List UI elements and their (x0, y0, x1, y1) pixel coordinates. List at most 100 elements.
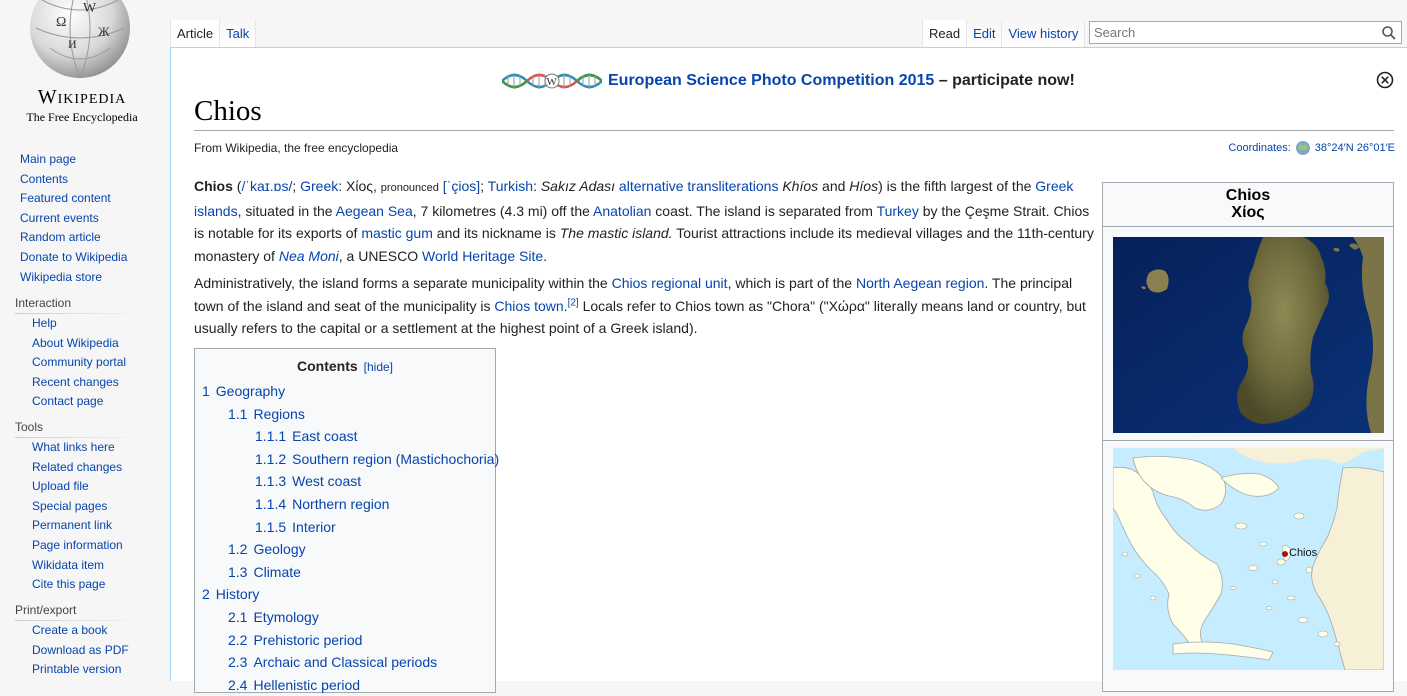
sidebar-item-contact-page[interactable]: Contact page (32, 394, 103, 408)
sidebar-item-recent-changes[interactable]: Recent changes (32, 375, 119, 389)
tab-view-history[interactable]: View history (1002, 20, 1086, 47)
toc-number: 2.2 (228, 631, 248, 648)
toc-link[interactable]: Interior (292, 519, 336, 535)
toc-link[interactable]: East coast (292, 428, 357, 444)
sidebar-item-page-information[interactable]: Page information (32, 538, 123, 552)
coordinates-value[interactable]: 38°24′N 26°01′E (1315, 142, 1395, 154)
sidebar-item: Cite this page (0, 575, 165, 595)
sidebar-item-download-as-pdf[interactable]: Download as PDF (32, 643, 129, 657)
toc-link[interactable]: Geology (253, 541, 305, 557)
sidebar-item: About Wikipedia (0, 334, 165, 354)
toc-item[interactable]: 1.1.3 West coast (195, 470, 499, 493)
toc-link[interactable]: History (216, 586, 260, 602)
tab-article[interactable]: Article (170, 20, 221, 47)
sidebar-item-special-pages[interactable]: Special pages (32, 499, 107, 513)
aegean-sea-link[interactable]: Aegean Sea (336, 203, 413, 219)
north-aegean-region-link[interactable]: North Aegean region (856, 275, 984, 291)
infobox-title: Chios Χίος (1103, 187, 1393, 221)
sidebar-item: Printable version (0, 660, 165, 680)
tab-read[interactable]: Read (922, 20, 968, 47)
toc-number: 1.1.5 (255, 518, 287, 535)
toc-link[interactable]: Climate (253, 564, 300, 580)
toc-item[interactable]: 1.1.2 Southern region (Mastichochoria) (195, 448, 499, 471)
sidebar-item-create-a-book[interactable]: Create a book (32, 623, 107, 637)
coordinates: Coordinates: 38°24′N 26°01′E (1228, 140, 1395, 156)
greek-language-link[interactable]: Greek (300, 178, 338, 194)
toc-item[interactable]: 2 History (195, 583, 499, 606)
toc-link[interactable]: Hellenistic period (253, 677, 360, 693)
sidebar-item: Download as PDF (0, 641, 165, 661)
ipa-link[interactable]: /ˈkaɪ.ɒs/ (241, 178, 292, 194)
search-input[interactable] (1090, 22, 1379, 42)
sidebar-heading-interaction: Interaction (15, 296, 72, 310)
search-icon[interactable] (1381, 25, 1397, 41)
sidebar-item-current-events[interactable]: Current events (20, 211, 99, 225)
infobox: Chios Χίος Chios (1102, 182, 1394, 692)
chios-town-link[interactable]: Chios town (494, 298, 563, 314)
locator-map[interactable]: Chios (1113, 448, 1384, 670)
globe-icon[interactable] (1295, 140, 1311, 156)
sidebar-item-permanent-link[interactable]: Permanent link (32, 518, 112, 532)
sidebar-item-main-page[interactable]: Main page (20, 152, 76, 166)
toc-link[interactable]: Northern region (292, 496, 389, 512)
toc-item[interactable]: 2.3 Archaic and Classical periods (195, 651, 499, 674)
toc-link[interactable]: Etymology (253, 609, 318, 625)
wikipedia-logo[interactable]: Ω W Ж И Wikipedia The Free Encyclopedia (0, 0, 160, 135)
toc-item[interactable]: 2.2 Prehistoric period (195, 629, 499, 652)
sidebar-item-featured-content[interactable]: Featured content (20, 191, 111, 205)
mastic-gum-link[interactable]: mastic gum (361, 225, 433, 241)
transliteration-link[interactable]: alternative transliterations (619, 178, 779, 194)
search-box (1089, 21, 1402, 44)
sidebar-item-donate-to-wikipedia[interactable]: Donate to Wikipedia (20, 250, 127, 264)
toc-item[interactable]: 2.1 Etymology (195, 606, 499, 629)
toc-hide-toggle[interactable]: [hide] (364, 360, 393, 374)
satellite-image[interactable] (1113, 237, 1384, 433)
toc-item[interactable]: 1.1.5 Interior (195, 516, 499, 539)
toc-item[interactable]: 1.1.4 Northern region (195, 493, 499, 516)
toc-link[interactable]: Archaic and Classical periods (253, 654, 437, 670)
turkish-language-link[interactable]: Turkish (488, 178, 533, 194)
toc-link[interactable]: Geography (216, 383, 285, 399)
toc-item[interactable]: 1.2 Geology (195, 538, 499, 561)
tab-talk[interactable]: Talk (220, 20, 257, 47)
nea-moni-link[interactable]: Nea Moni (279, 248, 339, 264)
toc-number: 1.1.4 (255, 495, 287, 512)
greek-ipa-link[interactable]: [ˈçios] (443, 178, 480, 194)
alt-name-hios: Híos (849, 178, 879, 194)
toc-item[interactable]: 1 Geography (195, 380, 499, 403)
sidebar-item-help[interactable]: Help (32, 316, 57, 330)
sidebar-item-related-changes[interactable]: Related changes (32, 460, 122, 474)
sidebar-item-contents[interactable]: Contents (20, 172, 68, 186)
tab-edit[interactable]: Edit (967, 20, 1003, 47)
toc-item[interactable]: 2.4 Hellenistic period (195, 674, 499, 696)
sidebar-item-printable-version[interactable]: Printable version (32, 662, 121, 676)
turkey-link[interactable]: Turkey (877, 203, 919, 219)
close-icon[interactable] (1376, 71, 1394, 89)
title-divider (194, 130, 1394, 131)
toc-number: 2.3 (228, 654, 248, 671)
reference-link[interactable]: [2] (568, 297, 579, 308)
toc-item[interactable]: 1.3 Climate (195, 561, 499, 584)
sidebar-item-wikipedia-store[interactable]: Wikipedia store (20, 270, 102, 284)
toc-link[interactable]: West coast (292, 473, 361, 489)
sidebar-item-cite-this-page[interactable]: Cite this page (32, 577, 105, 591)
sidebar-item-what-links-here[interactable]: What links here (32, 440, 115, 454)
infobox-title-greek: Χίος (1231, 204, 1265, 221)
world-heritage-site-link[interactable]: World Heritage Site (422, 248, 543, 264)
toc-item[interactable]: 1.1 Regions (195, 403, 499, 426)
toc-link[interactable]: Prehistoric period (253, 632, 362, 648)
toc-link[interactable]: Regions (253, 406, 304, 422)
site-subtitle: From Wikipedia, the free encyclopedia (194, 141, 399, 155)
toc-link[interactable]: Southern region (Mastichochoria) (292, 451, 499, 467)
sidebar-item-random-article[interactable]: Random article (20, 230, 101, 244)
toc-item[interactable]: 1.1.1 East coast (195, 425, 499, 448)
anatolian-link[interactable]: Anatolian (593, 203, 651, 219)
coordinates-label[interactable]: Coordinates: (1228, 142, 1290, 154)
toc-number: 1.1.1 (255, 428, 287, 445)
sidebar-item-upload-file[interactable]: Upload file (32, 479, 89, 493)
sidebar-item-community-portal[interactable]: Community portal (32, 355, 126, 369)
sidebar-item-wikidata-item[interactable]: Wikidata item (32, 558, 104, 572)
chios-regional-unit-link[interactable]: Chios regional unit (612, 275, 728, 291)
banner-link[interactable]: European Science Photo Competition 2015 (608, 72, 934, 89)
sidebar-item-about-wikipedia[interactable]: About Wikipedia (32, 336, 119, 350)
